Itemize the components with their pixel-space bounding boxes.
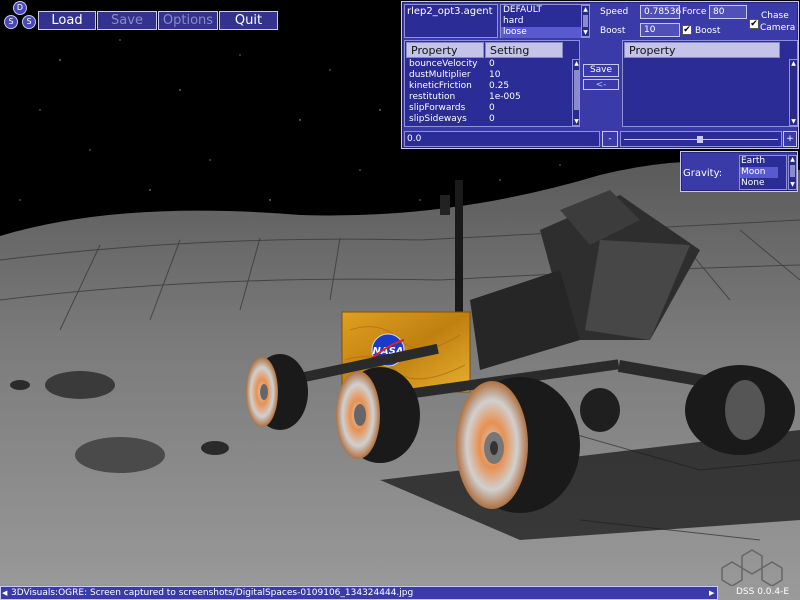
preset-item-hard[interactable]: hard <box>501 16 589 27</box>
scroll-thumb[interactable] <box>574 70 579 110</box>
agent-file-box[interactable]: rlep2_opt3.agent <box>404 4 498 38</box>
scroll-down-icon[interactable]: ▼ <box>582 29 589 36</box>
chase-label: Chase <box>761 11 789 21</box>
preset-item-loose[interactable]: loose <box>501 27 581 38</box>
gravity-option-none[interactable]: None <box>740 178 778 189</box>
agent-file-name: rlep2_opt3.agent <box>407 6 493 17</box>
slider-thumb[interactable] <box>697 136 703 143</box>
table-row[interactable]: bounceVelocity 0 <box>405 59 571 70</box>
force-field[interactable]: 80 <box>709 5 747 19</box>
scroll-up-icon[interactable]: ▲ <box>582 6 589 13</box>
right-property-list: Property ▲ ▼ <box>622 40 798 127</box>
status-message: 3DVisuals:OGRE: Screen captured to scree… <box>11 588 414 598</box>
force-label: Force <box>682 7 707 17</box>
rock <box>75 437 165 473</box>
load-button[interactable]: Load <box>38 11 96 30</box>
wheel <box>456 377 580 513</box>
minus-button[interactable]: - <box>602 131 618 147</box>
wheel <box>246 354 308 430</box>
rock <box>45 371 115 399</box>
plus-button[interactable]: + <box>783 131 797 147</box>
wheel <box>580 388 620 432</box>
wheel <box>685 365 795 455</box>
scroll-up-icon[interactable]: ▲ <box>789 156 796 163</box>
save-button[interactable]: Save <box>97 11 157 30</box>
setting-column-header[interactable]: Setting <box>485 42 563 58</box>
gravity-scrollbar[interactable]: ▲ ▼ <box>788 155 797 190</box>
wheel <box>336 367 420 463</box>
boost-checkbox[interactable]: ✔ <box>682 25 692 35</box>
value-field[interactable]: 0.0 <box>404 131 600 147</box>
options-button[interactable]: Options <box>158 11 218 30</box>
right-property-header[interactable]: Property <box>624 42 780 58</box>
logo-hex-d: D <box>13 1 27 15</box>
gravity-list[interactable]: Earth Moon None <box>739 155 787 190</box>
logo-hex-s2: S <box>22 15 36 29</box>
boost-check-label: Boost <box>695 26 721 36</box>
scroll-right-icon[interactable]: ▶ <box>709 588 716 598</box>
speed-label: Speed <box>600 7 629 17</box>
value-slider[interactable] <box>620 131 782 147</box>
boost-field[interactable]: 10 <box>640 23 680 37</box>
camera-label: Camera <box>760 23 796 33</box>
preset-list[interactable]: DEFAULT hard loose ▲ ▼ <box>500 4 590 38</box>
scroll-down-icon[interactable]: ▼ <box>573 118 579 125</box>
status-bar: ◀ 3DVisuals:OGRE: Screen captured to scr… <box>0 586 718 600</box>
scroll-left-icon[interactable]: ◀ <box>2 588 9 598</box>
dss-logo: D S S <box>2 1 38 31</box>
table-row[interactable]: kineticFriction 0.25 <box>405 81 571 92</box>
scroll-thumb[interactable] <box>583 15 588 27</box>
preset-item-default[interactable]: DEFAULT <box>501 5 589 16</box>
property-scrollbar[interactable]: ▲ ▼ <box>572 59 579 126</box>
gravity-option-moon[interactable]: Moon <box>740 167 778 178</box>
scroll-thumb[interactable] <box>790 165 795 177</box>
speed-field[interactable]: 0.78536 <box>640 5 681 19</box>
boost-label: Boost <box>600 26 626 36</box>
property-back-button[interactable]: <- <box>583 79 619 90</box>
rock <box>10 380 30 390</box>
table-row[interactable]: slipForwards 0 <box>405 103 571 114</box>
gravity-label: Gravity: <box>683 168 723 179</box>
scroll-down-icon[interactable]: ▼ <box>790 118 797 125</box>
scroll-up-icon[interactable]: ▲ <box>573 60 579 67</box>
property-rows: bounceVelocity 0 dustMultiplier 10 kinetic… <box>405 59 571 126</box>
table-row[interactable]: slipSideways 0 <box>405 114 571 125</box>
quit-button[interactable]: Quit <box>219 11 278 30</box>
chase-camera-checkbox[interactable]: ✔ <box>749 19 759 29</box>
dss-corner-logo-icon <box>721 549 783 586</box>
preset-scrollbar[interactable]: ▲ ▼ <box>581 5 590 37</box>
rock <box>201 441 229 455</box>
logo-hex-s1: S <box>4 15 18 29</box>
property-column-header[interactable]: Property <box>406 42 484 58</box>
version-label: DSS 0.0.4-E <box>736 587 790 597</box>
table-row[interactable]: dustMultiplier 10 <box>405 70 571 81</box>
right-scrollbar[interactable]: ▲ ▼ <box>789 59 798 126</box>
agent-panel: rlep2_opt3.agent DEFAULT hard loose ▲ ▼ … <box>401 1 799 149</box>
table-row[interactable]: restitution 1e-005 <box>405 92 571 103</box>
gravity-option-earth[interactable]: Earth <box>740 156 778 167</box>
property-table: Property Setting bounceVelocity 0 dustMul… <box>404 40 580 127</box>
scroll-up-icon[interactable]: ▲ <box>790 60 797 67</box>
property-save-button[interactable]: Save <box>583 64 619 77</box>
gravity-panel: Gravity: Earth Moon None ▲ ▼ <box>680 151 798 192</box>
scroll-down-icon[interactable]: ▼ <box>789 181 796 188</box>
